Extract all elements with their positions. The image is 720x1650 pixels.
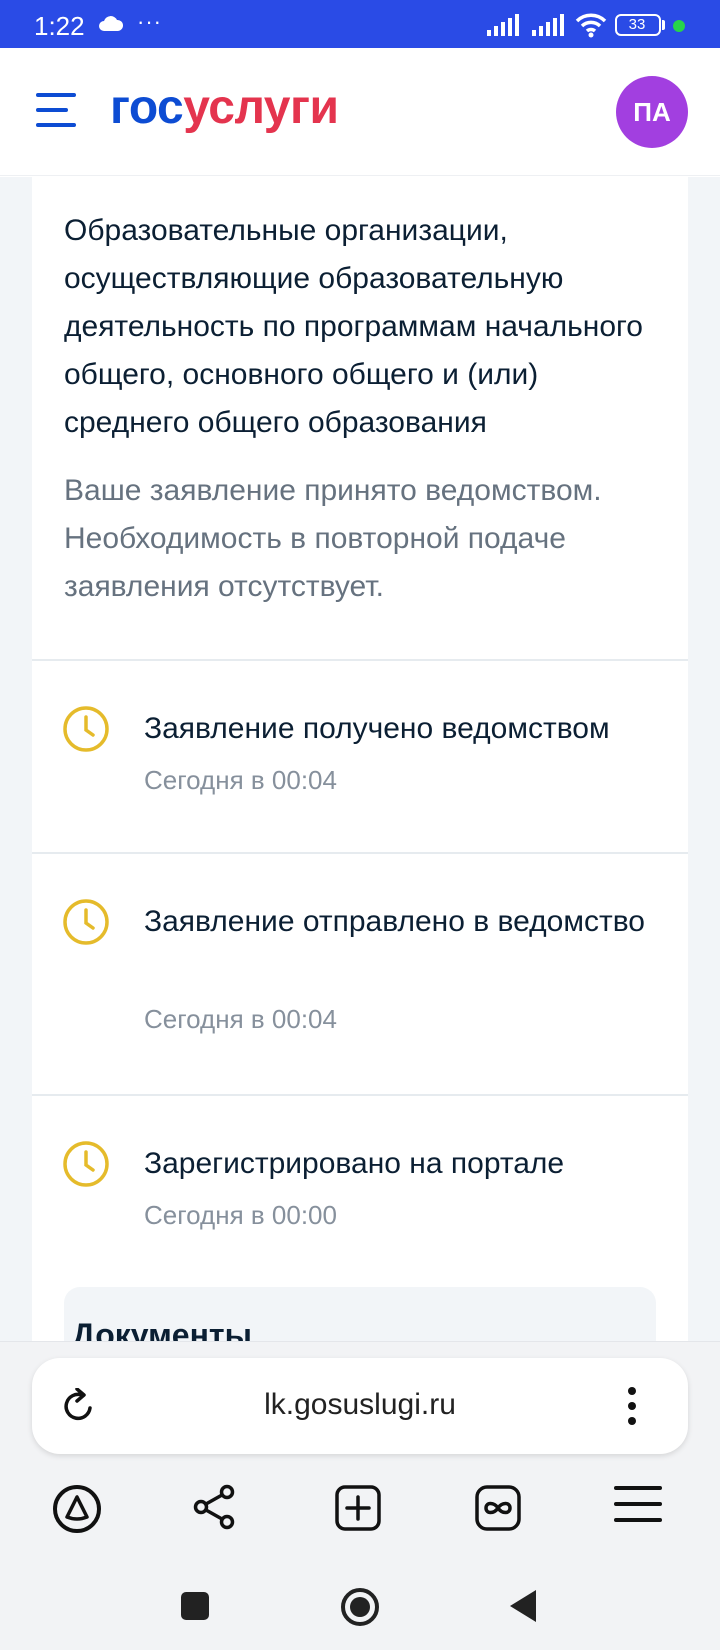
- app-header: госуслуги ПА: [0, 48, 720, 176]
- history-title: Заявление отправлено в ведомство: [144, 905, 645, 938]
- signal-icon: [487, 14, 519, 36]
- divider: [32, 659, 688, 661]
- divider: [32, 1094, 688, 1096]
- status-bar: 1:22 ··· 33: [0, 0, 720, 48]
- tabs-icon[interactable]: [474, 1484, 522, 1532]
- history-time: Сегодня в 00:00: [144, 1200, 337, 1230]
- recents-icon[interactable]: [181, 1592, 209, 1620]
- user-avatar[interactable]: ПА: [616, 76, 688, 148]
- hamburger-menu-icon[interactable]: [36, 93, 76, 127]
- clock-icon: [63, 1141, 109, 1187]
- gosuslugi-logo[interactable]: госуслуги: [110, 80, 339, 135]
- address-bar[interactable]: lk.gosuslugi.ru: [32, 1358, 688, 1454]
- new-tab-icon[interactable]: [334, 1484, 382, 1532]
- application-card: Образовательные организации, осуществляю…: [32, 177, 688, 1341]
- cloud-icon: [99, 16, 124, 31]
- battery-icon: 33: [615, 14, 661, 36]
- more-notifications-icon: ···: [137, 9, 162, 34]
- divider: [32, 852, 688, 854]
- history-time: Сегодня в 00:04: [144, 1004, 337, 1034]
- history-time: Сегодня в 00:04: [144, 765, 337, 795]
- back-icon[interactable]: [508, 1588, 538, 1624]
- history-title: Заявление получено ведомством: [144, 712, 610, 745]
- browser-menu-icon[interactable]: [614, 1484, 662, 1524]
- home-icon[interactable]: [340, 1587, 380, 1627]
- status-message: Ваше заявление принято ведомством. Необх…: [64, 474, 602, 603]
- battery-tip: [662, 20, 665, 30]
- url-text[interactable]: lk.gosuslugi.ru: [32, 1388, 688, 1422]
- logo-part-uslugi: услуги: [183, 81, 339, 134]
- alice-icon[interactable]: [52, 1484, 102, 1534]
- history-title: Зарегистрировано на портале: [144, 1147, 565, 1180]
- clock-icon: [63, 706, 109, 752]
- documents-title: Документы: [72, 1317, 252, 1341]
- organization-name: Образовательные организации, осуществляю…: [64, 214, 643, 439]
- share-icon[interactable]: [192, 1484, 238, 1530]
- clock-icon: [63, 899, 109, 945]
- logo-part-gos: гос: [110, 81, 184, 134]
- active-indicator-dot: [673, 20, 685, 32]
- status-time: 1:22: [34, 11, 85, 41]
- signal-icon-secondary: [532, 14, 564, 36]
- more-options-icon[interactable]: [626, 1386, 638, 1426]
- battery-level: 33: [628, 16, 646, 33]
- browser-bottom-bar: lk.gosuslugi.ru: [0, 1341, 720, 1650]
- main-content: Образовательные организации, осуществляю…: [0, 177, 720, 1341]
- wifi-icon: [575, 13, 607, 38]
